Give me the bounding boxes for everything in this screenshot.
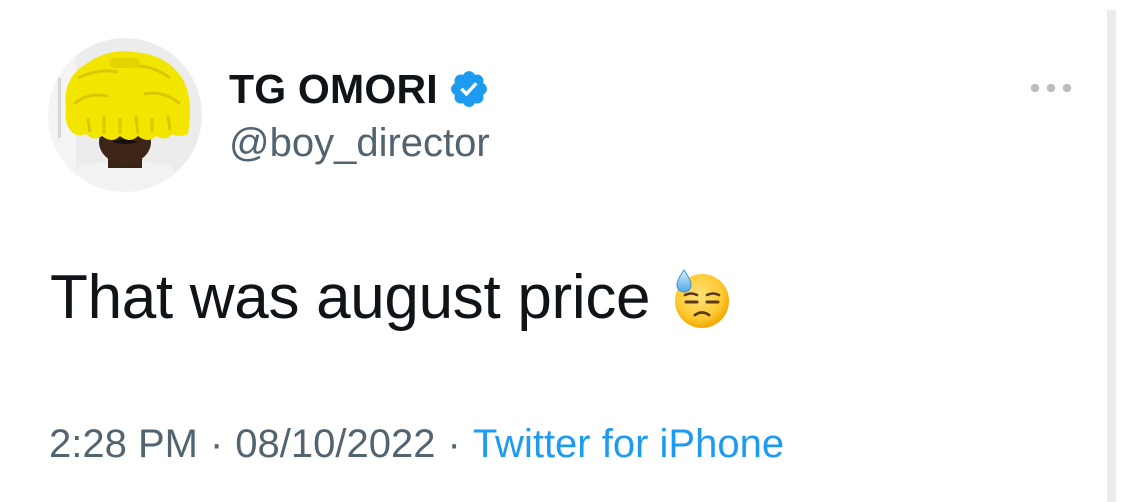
user-handle[interactable]: @boy_director: [229, 119, 490, 167]
tweet-time[interactable]: 2:28 PM: [49, 418, 198, 470]
more-options-icon[interactable]: [1027, 78, 1075, 98]
tweet-date[interactable]: 08/10/2022: [235, 418, 435, 470]
avatar[interactable]: [48, 38, 202, 192]
display-name[interactable]: TG OMORI: [229, 64, 438, 114]
tweet-body: That was august price: [50, 258, 734, 338]
tweet-source-link[interactable]: Twitter for iPhone: [473, 418, 784, 470]
scrollbar[interactable]: [1107, 10, 1116, 502]
display-name-row[interactable]: TG OMORI: [229, 64, 490, 114]
tweet-text: That was august price: [50, 263, 651, 332]
verified-badge-icon: [448, 68, 490, 110]
downcast-face-with-sweat-icon: [670, 266, 734, 330]
tweet-card: TG OMORI @boy_director That was august p…: [0, 0, 1125, 502]
avatar-image: [48, 38, 202, 192]
meta-separator: ·: [447, 422, 461, 466]
meta-separator: ·: [209, 422, 224, 466]
tweet-meta: 2:28 PM · 08/10/2022 · Twitter for iPhon…: [49, 418, 784, 470]
